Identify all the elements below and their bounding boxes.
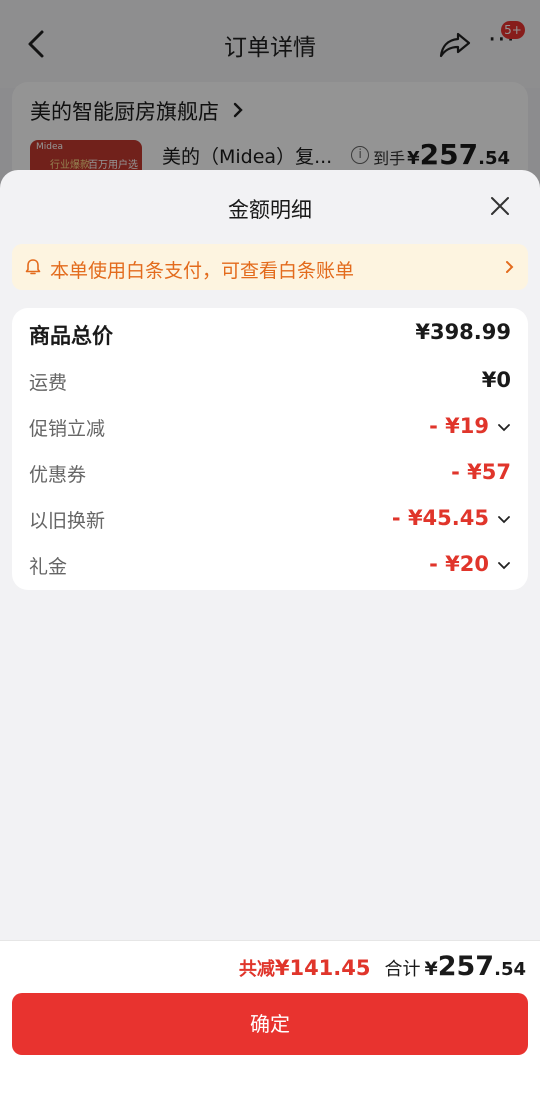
- row-value: ¥398.99: [415, 320, 511, 344]
- row-value: - ¥19: [429, 414, 489, 438]
- total-integer: 257: [437, 951, 495, 982]
- chevron-down-icon[interactable]: [497, 422, 511, 434]
- row-label: 优惠券: [29, 464, 87, 486]
- save-label: 共减: [238, 959, 275, 980]
- total-label: 合计: [384, 959, 421, 980]
- row-coupon: 优惠券 - ¥57: [29, 460, 511, 490]
- sheet-title: 金额明细: [228, 198, 312, 222]
- row-trade-in[interactable]: 以旧换新 - ¥45.45: [29, 506, 511, 536]
- row-value: ¥0: [481, 368, 511, 392]
- row-label: 礼金: [29, 556, 68, 578]
- close-icon[interactable]: [486, 192, 514, 220]
- bell-icon: [25, 259, 41, 275]
- sheet-footer: 共减 ¥141.45 合计 ¥ 257 .54 确定: [0, 940, 540, 1108]
- confirm-button[interactable]: 确定: [12, 993, 528, 1055]
- row-value: - ¥45.45: [391, 506, 489, 530]
- row-value: - ¥20: [429, 552, 489, 576]
- total-summary: 共减 ¥141.45 合计 ¥ 257 .54: [239, 951, 526, 982]
- row-label: 以旧换新: [29, 510, 106, 532]
- save-value: ¥141.45: [274, 956, 371, 980]
- row-label: 商品总价: [29, 324, 113, 348]
- amount-detail-sheet: 金额明细 本单使用白条支付，可查看白条账单 商品总价 ¥398.99 运费 ¥0…: [0, 170, 540, 1108]
- notice-text: 本单使用白条支付，可查看白条账单: [50, 260, 355, 282]
- row-goods-total: 商品总价 ¥398.99: [29, 320, 511, 350]
- total-currency: ¥: [424, 958, 438, 980]
- row-shipping: 运费 ¥0: [29, 368, 511, 398]
- chevron-down-icon[interactable]: [497, 514, 511, 526]
- chevron-down-icon[interactable]: [497, 560, 511, 572]
- amount-breakdown-card: 商品总价 ¥398.99 运费 ¥0 促销立减 - ¥19 优惠券 - ¥57 …: [12, 308, 528, 590]
- row-label: 促销立减: [29, 418, 106, 440]
- row-value: - ¥57: [451, 460, 511, 484]
- row-promo-discount[interactable]: 促销立减 - ¥19: [29, 414, 511, 444]
- row-label: 运费: [29, 372, 68, 394]
- chevron-right-icon: [506, 261, 514, 273]
- baitiao-notice-banner[interactable]: 本单使用白条支付，可查看白条账单: [12, 244, 528, 290]
- total-decimal: .54: [494, 959, 526, 980]
- row-gift-money[interactable]: 礼金 - ¥20: [29, 552, 511, 582]
